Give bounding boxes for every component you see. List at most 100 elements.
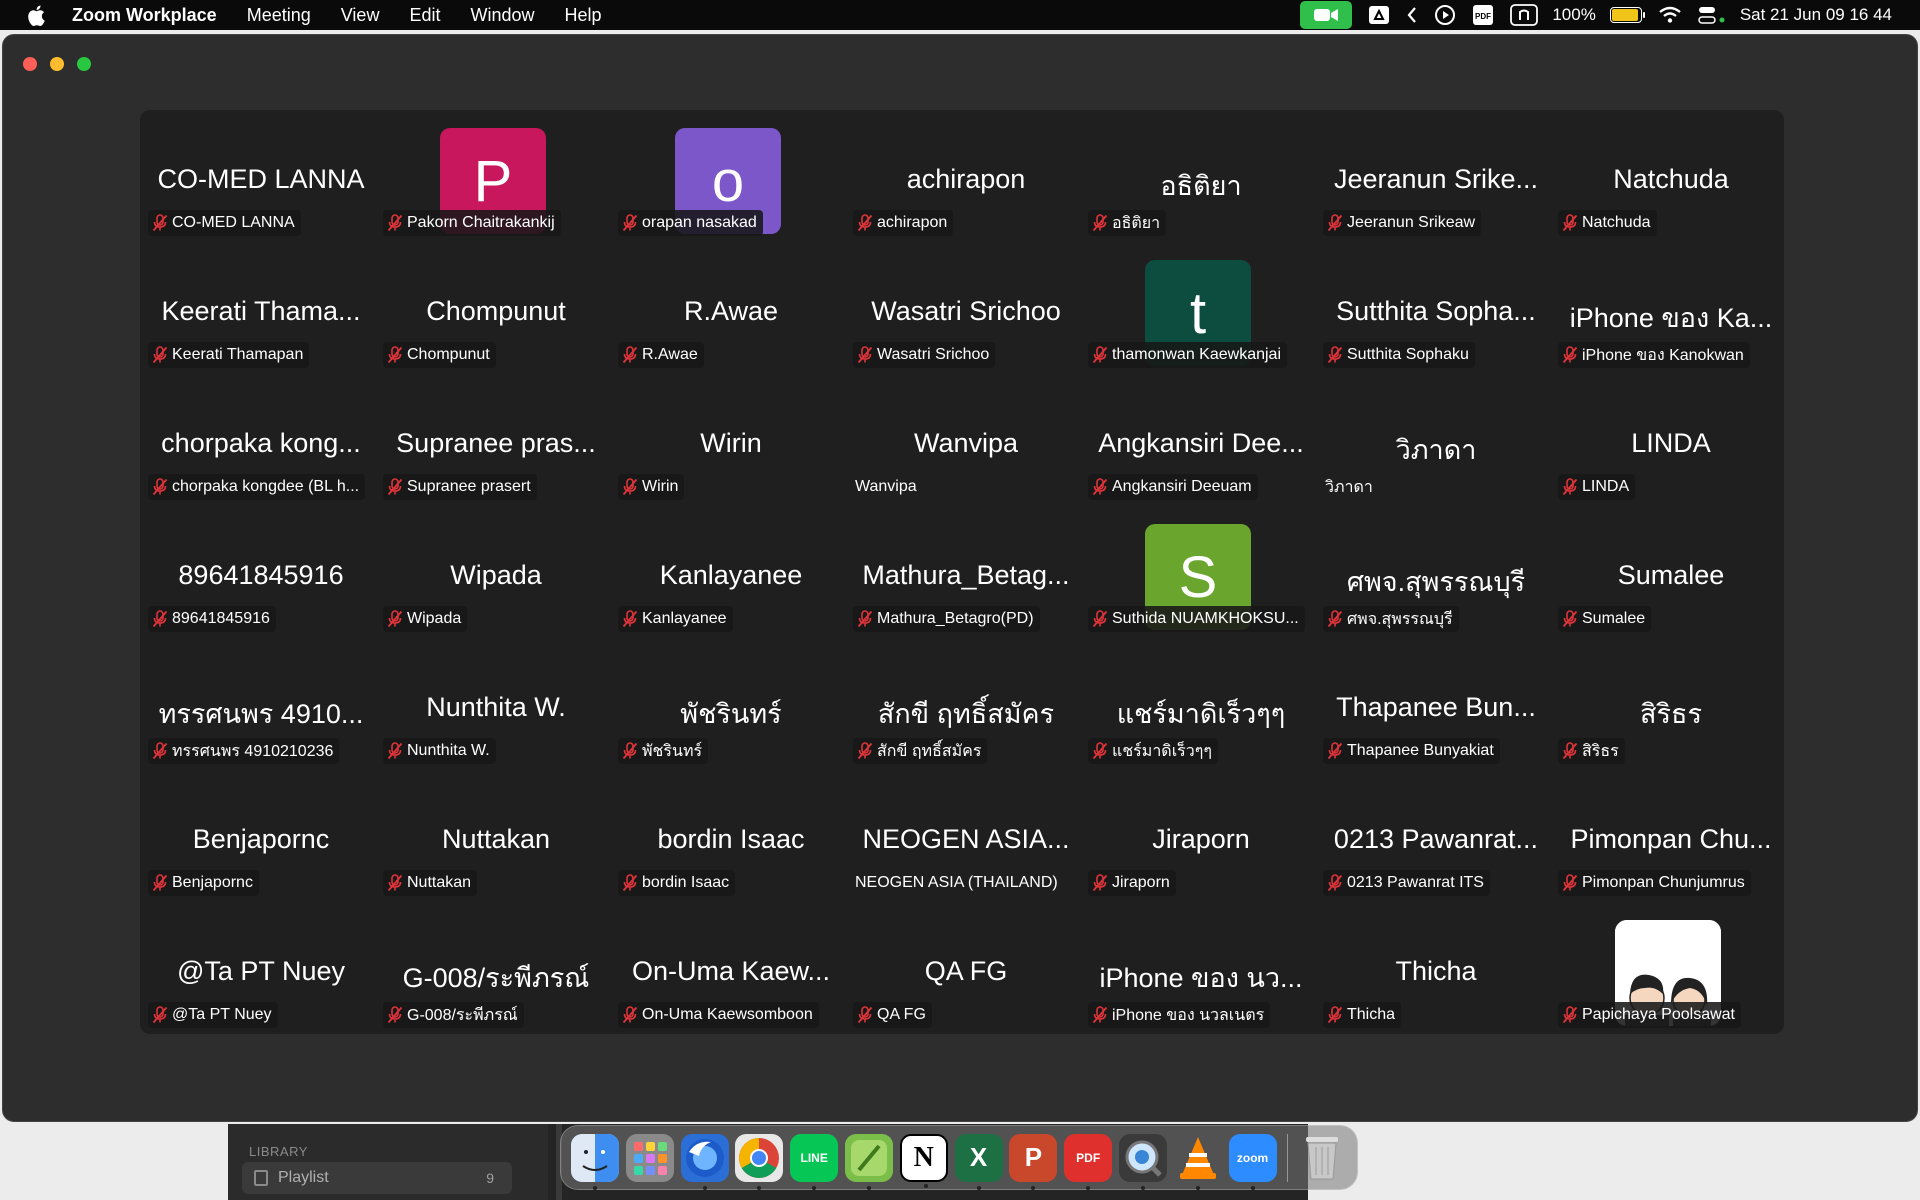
- maximize-window-button[interactable]: [77, 57, 91, 71]
- trash-icon[interactable]: [1298, 1134, 1346, 1182]
- play-circle-icon[interactable]: [1434, 0, 1456, 30]
- participant-tile[interactable]: chorpaka kong... chorpaka kongdee (BL h..…: [144, 382, 378, 514]
- muted-mic-icon: [387, 610, 403, 628]
- participant-tile[interactable]: Wipada Wipada: [379, 514, 613, 646]
- participant-name-label: Nuttakan: [383, 870, 478, 896]
- participant-tile[interactable]: แชร์มาดิเร็วๆๆ แชร์มาดิเร็วๆๆ: [1084, 646, 1318, 778]
- participant-name-label: Kanlayanee: [618, 606, 733, 632]
- participant-tile[interactable]: 0213 Pawanrat... 0213 Pawanrat ITS: [1319, 778, 1553, 910]
- menu-clock[interactable]: Sat 21 Jun 09 16 44: [1740, 5, 1892, 25]
- quicktime-icon[interactable]: [1118, 1133, 1167, 1190]
- participant-tile[interactable]: สักขี ฤทธิ์สมัคร สักขี ฤทธิ์สมัคร: [849, 646, 1083, 778]
- powerpoint-icon[interactable]: P: [1009, 1133, 1058, 1190]
- chrome-icon[interactable]: [735, 1133, 784, 1190]
- muted-mic-icon: [152, 478, 168, 496]
- participant-tile[interactable]: LINDA LINDA: [1554, 382, 1784, 514]
- muted-mic-icon: [387, 1006, 403, 1024]
- launchpad-icon[interactable]: [625, 1133, 674, 1182]
- meeting-menu[interactable]: Meeting: [232, 0, 326, 30]
- participant-tile[interactable]: Wirin Wirin: [614, 382, 848, 514]
- participant-tile[interactable]: Benjapornc Benjapornc: [144, 778, 378, 910]
- app-name-menu[interactable]: Zoom Workplace: [72, 0, 232, 30]
- n-icon[interactable]: [1510, 0, 1539, 30]
- participant-tile[interactable]: R.Awae R.Awae: [614, 250, 848, 382]
- participant-tile[interactable]: iPhone ของ Ka... iPhone ของ Kanokwan: [1554, 250, 1784, 382]
- participant-tile[interactable]: o orapan nasakad: [614, 118, 848, 250]
- participant-tile[interactable]: 89641845916 89641845916: [144, 514, 378, 646]
- participant-display-name: Wasatri Srichoo: [871, 296, 1061, 326]
- participant-tile[interactable]: achirapon achirapon: [849, 118, 1083, 250]
- wifi-icon[interactable]: [1658, 0, 1682, 30]
- battery-icon[interactable]: [1609, 0, 1645, 30]
- participant-tile[interactable]: @Ta PT Nuey @Ta PT Nuey: [144, 910, 378, 1034]
- participant-tile[interactable]: G-008/ระพีภรณ์ G-008/ระพีภรณ์: [379, 910, 613, 1034]
- chevron-left-icon[interactable]: [1406, 0, 1418, 30]
- participant-tile[interactable]: Papichaya Poolsawat: [1554, 910, 1784, 1034]
- participant-tile[interactable]: Wanvipa Wanvipa: [849, 382, 1083, 514]
- participant-tile[interactable]: Sumalee Sumalee: [1554, 514, 1784, 646]
- view-menu[interactable]: View: [326, 0, 395, 30]
- participant-tile[interactable]: Jeeranun Srike... Jeeranun Srikeaw: [1319, 118, 1553, 250]
- window-menu[interactable]: Window: [455, 0, 549, 30]
- participant-tile[interactable]: สิริธร สิริธร: [1554, 646, 1784, 778]
- vlc-icon[interactable]: [1174, 1134, 1222, 1190]
- excel-icon[interactable]: X: [954, 1133, 1003, 1190]
- participant-tile[interactable]: Supranee pras... Supranee prasert: [379, 382, 613, 514]
- participant-tile[interactable]: ทรรศนพร 4910... ทรรศนพร 4910210236: [144, 646, 378, 778]
- line-icon[interactable]: LINE: [790, 1133, 839, 1190]
- participant-tile[interactable]: Mathura_Betag... Mathura_Betagro(PD): [849, 514, 1083, 646]
- participant-tile[interactable]: Sutthita Sopha... Sutthita Sophaku: [1319, 250, 1553, 382]
- participant-name-label: QA FG: [853, 1002, 932, 1028]
- participant-name-label: สิริธร: [1558, 738, 1625, 764]
- participant-tile[interactable]: S Suthida NUAMKHOKSU...: [1084, 514, 1318, 646]
- pdf-icon[interactable]: PDF: [1472, 0, 1494, 30]
- participant-tile[interactable]: อธิติยา อธิติยา: [1084, 118, 1318, 250]
- participant-tile[interactable]: Angkansiri Dee... Angkansiri Deeuam: [1084, 382, 1318, 514]
- participant-tile[interactable]: Chompunut Chompunut: [379, 250, 613, 382]
- help-menu[interactable]: Help: [550, 0, 617, 30]
- participant-tile[interactable]: พัชรินทร์ พัชรินทร์: [614, 646, 848, 778]
- participant-name: พัชรินทร์: [642, 742, 703, 760]
- participant-tile[interactable]: Pimonpan Chu... Pimonpan Chunjumrus: [1554, 778, 1784, 910]
- zoom-icon[interactable]: zoom: [1228, 1133, 1277, 1190]
- participant-tile[interactable]: Keerati Thama... Keerati Thamapan: [144, 250, 378, 382]
- participant-tile[interactable]: CO-MED LANNA CO-MED LANNA: [144, 118, 378, 250]
- participant-tile[interactable]: bordin Isaac bordin Isaac: [614, 778, 848, 910]
- participant-tile[interactable]: Thicha Thicha: [1319, 910, 1553, 1034]
- participant-tile[interactable]: NEOGEN ASIA... NEOGEN ASIA (THAILAND): [849, 778, 1083, 910]
- muted-mic-icon: [622, 478, 638, 496]
- participant-tile[interactable]: Natchuda Natchuda: [1554, 118, 1784, 250]
- playlist-item[interactable]: Playlist 9: [242, 1162, 512, 1194]
- participant-tile[interactable]: Nuttakan Nuttakan: [379, 778, 613, 910]
- participant-name-label: 89641845916: [148, 606, 276, 632]
- zoom-video-icon[interactable]: [1300, 0, 1353, 30]
- close-window-button[interactable]: [23, 57, 37, 71]
- participant-tile[interactable]: Thapanee Bun... Thapanee Bunyakiat: [1319, 646, 1553, 778]
- notes-app-icon[interactable]: [844, 1133, 893, 1190]
- participant-tile[interactable]: วิภาดา วิภาดา: [1319, 382, 1553, 514]
- edit-menu[interactable]: Edit: [394, 0, 455, 30]
- muted-mic-icon: [1562, 742, 1578, 760]
- participant-tile[interactable]: On-Uma Kaew... On-Uma Kaewsomboon: [614, 910, 848, 1034]
- finder-icon[interactable]: [571, 1133, 619, 1190]
- participant-name: Mathura_Betagro(PD): [877, 610, 1034, 627]
- participant-tile[interactable]: QA FG QA FG: [849, 910, 1083, 1034]
- apple-icon[interactable]: [0, 5, 72, 26]
- minimize-window-button[interactable]: [50, 57, 64, 71]
- participant-name: แชร์มาดิเร็วๆๆ: [1112, 742, 1212, 760]
- pdf-expert-icon[interactable]: PDF: [1064, 1133, 1113, 1190]
- participant-tile[interactable]: P Pakorn Chaitrakankij: [379, 118, 613, 250]
- notion-icon[interactable]: N: [899, 1133, 948, 1188]
- participant-tile[interactable]: Jiraporn Jiraporn: [1084, 778, 1318, 910]
- google-drive-icon[interactable]: [1368, 0, 1390, 30]
- zoom-meeting-window: CO-MED LANNA CO-MED LANNA P Pakorn Chaitrak…: [2, 34, 1918, 1122]
- participant-tile[interactable]: Wasatri Srichoo Wasatri Srichoo: [849, 250, 1083, 382]
- firefox-icon[interactable]: [680, 1133, 729, 1190]
- participant-tile[interactable]: Nunthita W. Nunthita W.: [379, 646, 613, 778]
- participant-tile[interactable]: Kanlayanee Kanlayanee: [614, 514, 848, 646]
- participant-tile[interactable]: ศพจ.สุพรรณบุรี ศพจ.สุพรรณบุรี: [1319, 514, 1553, 646]
- control-center-icon[interactable]: [1698, 0, 1726, 30]
- participant-tile[interactable]: iPhone ของ นว... iPhone ของ นวลเนตร: [1084, 910, 1318, 1034]
- participant-name-label: Supranee prasert: [383, 474, 537, 500]
- participant-tile[interactable]: t thamonwan Kaewkanjai: [1084, 250, 1318, 382]
